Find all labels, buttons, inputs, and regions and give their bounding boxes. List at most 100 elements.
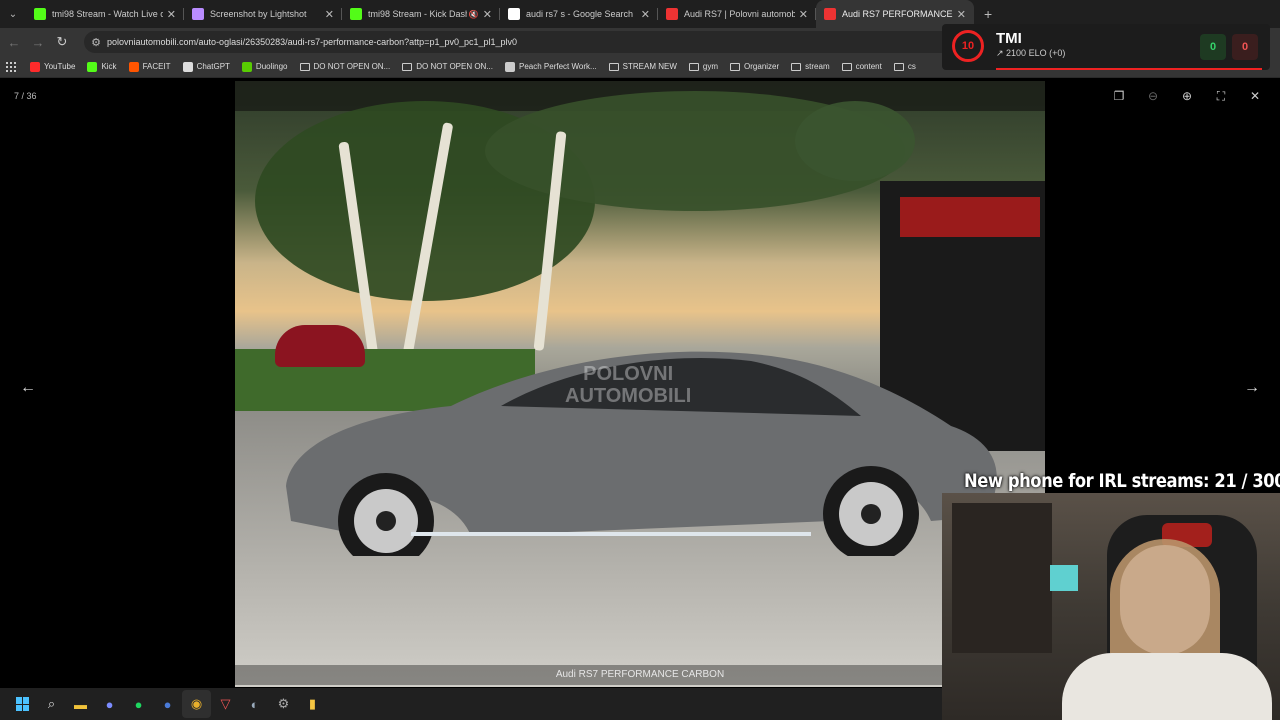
close-tab-icon[interactable]: ✕ <box>325 8 334 21</box>
donation-goal-text: New phone for IRL streams: 21 / 300 <box>964 470 1280 492</box>
bookmark-label: FACEIT <box>142 62 171 71</box>
app-icon-2[interactable]: ▮ <box>298 690 327 718</box>
losses-count: 0 <box>1232 34 1258 60</box>
tab-title: Audi RS7 | Polovni automobili <box>684 9 795 19</box>
browser-tab[interactable]: Audi RS7 | Polovni automobili ✕ <box>658 0 816 28</box>
bookmark-item[interactable]: STREAM NEW <box>608 62 677 72</box>
bookmark-label: Kick <box>101 62 117 71</box>
bookmark-item[interactable]: FACEIT <box>128 61 171 72</box>
file-explorer-icon[interactable]: ▬ <box>66 690 95 718</box>
folder-icon <box>730 62 741 71</box>
chrome-icon[interactable]: ◉ <box>182 690 211 718</box>
polovni-icon <box>824 8 836 20</box>
back-arrow-icon[interactable]: ← <box>2 35 26 50</box>
zoom-in-icon[interactable]: ⊕ <box>1170 89 1204 104</box>
bookmark-item[interactable]: Peach Perfect Work... <box>505 61 597 72</box>
photo-watermark: POLOVNI AUTOMOBILI <box>565 363 692 407</box>
bookmark-label: content <box>855 62 882 71</box>
bookmark-label: ChatGPT <box>196 62 230 71</box>
car-photo[interactable]: POLOVNI AUTOMOBILI <box>235 81 1045 687</box>
duolingo-icon <box>241 61 252 72</box>
photo-caption: Audi RS7 PERFORMANCE CARBON <box>235 665 1045 685</box>
steam-icon[interactable]: ◐ <box>240 690 269 718</box>
apps-grid-icon[interactable] <box>6 61 16 72</box>
bookmark-item[interactable]: Organizer <box>730 62 779 72</box>
close-tab-icon[interactable]: ✕ <box>957 8 966 21</box>
folder-icon <box>299 62 310 71</box>
wins-count: 0 <box>1200 34 1226 60</box>
youtube-icon <box>30 61 40 72</box>
bookmark-label: Organizer <box>744 62 780 71</box>
polovni-icon <box>666 8 678 20</box>
thumbnails-icon[interactable]: ❐ <box>1102 89 1136 104</box>
browser-tab[interactable]: tmi98 Stream - Watch Live on Kick ✕ <box>26 0 184 28</box>
globe-icon <box>505 61 515 72</box>
bookmark-item[interactable]: DO NOT OPEN ON... <box>299 62 391 72</box>
app-icon[interactable]: ● <box>153 690 182 718</box>
bookmark-item[interactable]: YouTube <box>30 61 76 72</box>
folder-icon <box>608 62 619 71</box>
google-icon <box>508 8 520 20</box>
tab-title: Audi RS7 PERFORMANCE CARBON <box>842 9 953 19</box>
close-tab-icon[interactable]: ✕ <box>799 8 808 21</box>
discord-icon[interactable]: ● <box>95 690 124 718</box>
bookmark-label: Peach Perfect Work... <box>519 62 597 71</box>
zoom-out-icon[interactable]: ⊖ <box>1136 89 1170 104</box>
windows-start-icon[interactable] <box>8 690 37 718</box>
folder-icon <box>791 62 802 71</box>
tab-title: Screenshot by Lightshot <box>210 9 307 19</box>
bookmark-item[interactable]: ChatGPT <box>182 61 230 72</box>
close-icon[interactable]: ✕ <box>1238 89 1272 104</box>
close-tab-icon[interactable]: ✕ <box>483 8 492 21</box>
tab-search-chevron-icon[interactable]: ⌄ <box>0 0 26 28</box>
new-tab-button[interactable]: + <box>984 6 992 22</box>
close-tab-icon[interactable]: ✕ <box>641 8 650 21</box>
folder-icon <box>688 62 699 71</box>
bookmark-item[interactable]: stream <box>791 62 830 72</box>
bookmark-label: cs <box>907 62 916 71</box>
bookmark-label: STREAM NEW <box>622 62 677 71</box>
folder-icon <box>402 62 413 71</box>
fullscreen-icon[interactable]: ⛶ <box>1204 89 1238 104</box>
lightbox-toolbar: ❐ ⊖ ⊕ ⛶ ✕ <box>1102 89 1272 104</box>
faceit-icon <box>128 61 139 72</box>
bookmark-item[interactable]: gym <box>688 62 719 72</box>
bookmark-label: Duolingo <box>255 62 288 71</box>
screen: ⌄ tmi98 Stream - Watch Live on Kick✕Scre… <box>0 0 1280 720</box>
close-tab-icon[interactable]: ✕ <box>167 8 176 21</box>
url-text: polovniautomobili.com/auto-oglasi/263502… <box>107 37 518 47</box>
bookmark-item[interactable]: cs <box>893 62 916 72</box>
tab-title: audi rs7 s - Google Search <box>526 9 634 19</box>
bookmark-item[interactable]: DO NOT OPEN ON... <box>402 62 493 72</box>
bookmark-label: DO NOT OPEN ON... <box>313 62 391 71</box>
folder-icon <box>841 62 852 71</box>
tab-title: tmi98 Stream - Kick Dashboard <box>368 9 467 19</box>
browser-tab[interactable]: tmi98 Stream - Kick Dashboard🔇 ✕ <box>342 0 500 28</box>
bookmark-item[interactable]: Kick <box>87 61 117 72</box>
image-counter: 7 / 36 <box>14 91 37 101</box>
reload-icon[interactable]: ↻ <box>50 34 74 50</box>
chatgpt-icon <box>182 61 193 72</box>
search-icon[interactable]: ⌕ <box>37 690 66 718</box>
bookmark-label: gym <box>702 62 719 71</box>
kick-icon <box>350 8 362 20</box>
next-image-arrow-icon[interactable]: → <box>1244 379 1260 397</box>
valorant-icon[interactable]: ▽ <box>211 690 240 718</box>
kick-icon <box>34 8 46 20</box>
previous-image-arrow-icon[interactable]: ← <box>20 379 36 397</box>
bookmark-label: stream <box>805 62 830 71</box>
faceit-stats-overlay: 10 TMI ↗ 2100 ELO (+0) 0 0 <box>942 24 1270 70</box>
browser-tab[interactable]: audi rs7 s - Google Search ✕ <box>500 0 658 28</box>
browser-tab[interactable]: Screenshot by Lightshot ✕ <box>184 0 342 28</box>
settings-icon[interactable]: ⚙ <box>269 690 298 718</box>
forward-arrow-icon[interactable]: → <box>26 35 50 50</box>
bookmark-label: YouTube <box>44 62 76 71</box>
lightshot-icon <box>192 8 204 20</box>
spotify-icon[interactable]: ● <box>124 690 153 718</box>
site-info-icon[interactable]: ⚙ <box>88 36 104 49</box>
windows-taskbar: ⌕ ▬ ● ● ● ◉ ▽ ◐ ⚙ ▮ <box>0 688 942 720</box>
bookmark-item[interactable]: Duolingo <box>241 61 288 72</box>
muted-icon[interactable]: 🔇 <box>469 10 479 19</box>
bookmark-item[interactable]: content <box>841 62 882 72</box>
faceit-level-badge: 10 <box>952 30 984 62</box>
